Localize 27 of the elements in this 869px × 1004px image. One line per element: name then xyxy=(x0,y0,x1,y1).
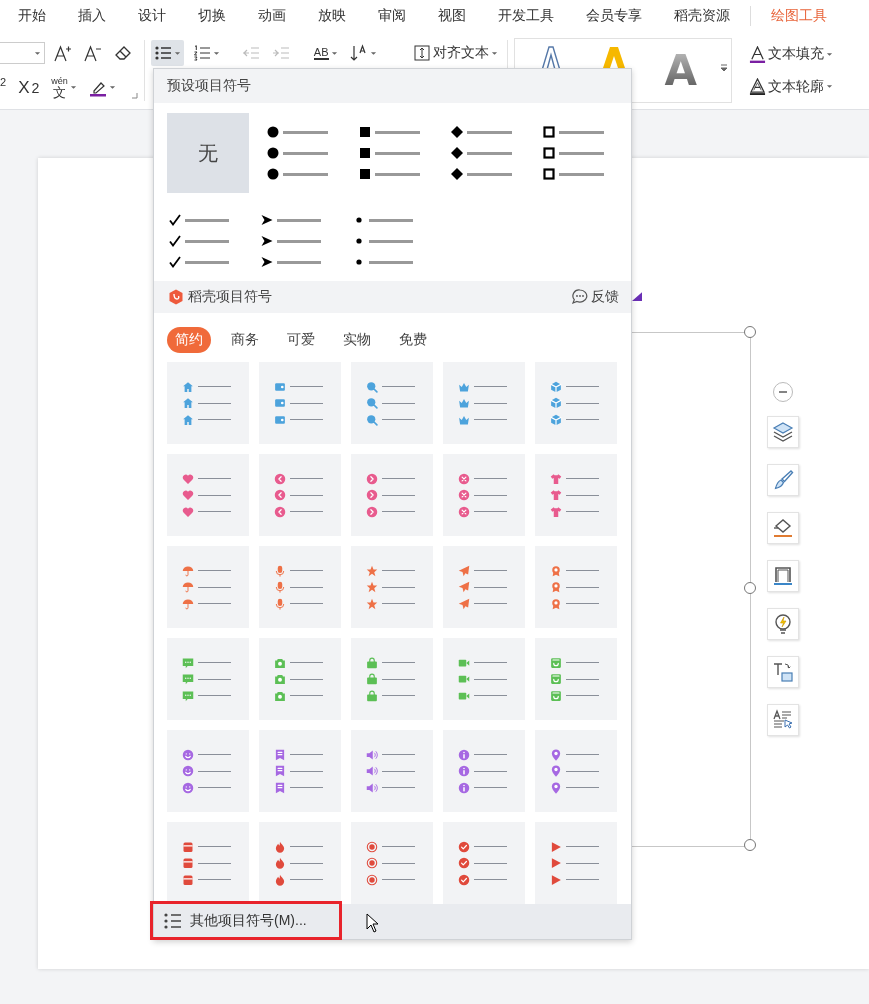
menu-tab[interactable]: 开发工具 xyxy=(482,0,570,32)
text-outline-button[interactable]: 文本轮廓 xyxy=(745,73,836,100)
category-tab[interactable]: 可爱 xyxy=(279,327,323,353)
menu-tab[interactable]: 绘图工具 xyxy=(755,0,843,32)
menu-tab[interactable]: 插入 xyxy=(62,0,122,32)
section-title: 预设项目符号 xyxy=(167,77,251,95)
menu-tab[interactable]: 稻壳资源 xyxy=(658,0,746,32)
text-direction-button[interactable]: AB xyxy=(310,40,341,67)
menu-tab[interactable]: 设计 xyxy=(122,0,182,32)
menu-tab[interactable]: 放映 xyxy=(302,0,362,32)
menu-tab[interactable]: 切换 xyxy=(182,0,242,32)
category-tab[interactable]: 商务 xyxy=(223,327,267,353)
feedback-button[interactable]: 反馈 xyxy=(571,288,619,306)
category-tab[interactable]: 实物 xyxy=(335,327,379,353)
more-bullets-button[interactable]: 其他项目符号(M)... xyxy=(153,911,307,930)
menu-tab[interactable]: 审阅 xyxy=(362,0,422,32)
category-tab[interactable]: 免费 xyxy=(391,327,435,353)
menu-tab[interactable]: 视图 xyxy=(422,0,482,32)
text-fill-button[interactable]: 文本填充 xyxy=(745,41,836,68)
superscript-button[interactable]: 2 xyxy=(0,74,10,101)
phonetic-guide-button[interactable]: wén 文 xyxy=(48,74,80,101)
align-text-button[interactable]: 对齐文本 xyxy=(409,40,501,67)
menu-tab[interactable]: 动画 xyxy=(242,0,302,32)
section-title: 稻壳项目符号 xyxy=(188,288,272,306)
menu-tab[interactable]: 会员专享 xyxy=(570,0,658,32)
bullet-option[interactable]: 无 xyxy=(167,113,249,193)
menu-tab[interactable]: 开始 xyxy=(2,0,62,32)
